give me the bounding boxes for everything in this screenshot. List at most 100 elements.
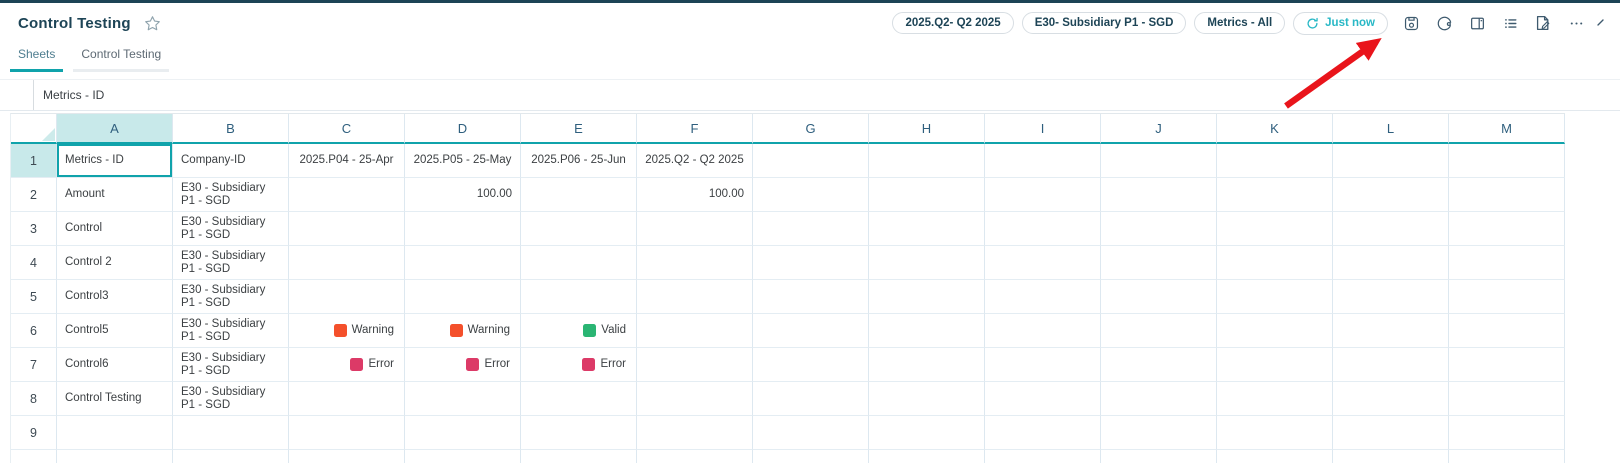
metrics-filter-chip[interactable]: Metrics - All	[1194, 12, 1285, 34]
cell-C9[interactable]	[289, 416, 405, 450]
cell-I3[interactable]	[985, 212, 1101, 246]
cell-A4[interactable]: Control 2	[57, 246, 173, 280]
name-box[interactable]	[0, 80, 34, 110]
cell-G8[interactable]	[753, 382, 869, 416]
cell-F4[interactable]	[637, 246, 753, 280]
cell-L3[interactable]	[1333, 212, 1449, 246]
cell-D10[interactable]	[405, 450, 521, 463]
cell-F8[interactable]	[637, 382, 753, 416]
row-header-7[interactable]: 7	[11, 348, 57, 382]
formula-bar[interactable]: Metrics - ID	[0, 79, 1620, 111]
cell-B7[interactable]: E30 - Subsidiary P1 - SGD	[173, 348, 289, 382]
cell-D3[interactable]	[405, 212, 521, 246]
cell-A9[interactable]	[57, 416, 173, 450]
cell-L2[interactable]	[1333, 178, 1449, 212]
cell-E5[interactable]	[521, 280, 637, 314]
row-header-9[interactable]: 9	[11, 416, 57, 450]
cell-C7[interactable]: Error	[289, 348, 405, 382]
row-header-4[interactable]: 4	[11, 246, 57, 280]
column-header-H[interactable]: H	[869, 114, 985, 144]
cell-F2[interactable]: 100.00	[637, 178, 753, 212]
cell-E7[interactable]: Error	[521, 348, 637, 382]
cell-K10[interactable]	[1217, 450, 1333, 463]
cell-H2[interactable]	[869, 178, 985, 212]
column-header-A[interactable]: A	[57, 114, 173, 144]
cell-E10[interactable]	[521, 450, 637, 463]
cell-H9[interactable]	[869, 416, 985, 450]
tab-sheets[interactable]: Sheets	[10, 47, 63, 72]
cell-A2[interactable]: Amount	[57, 178, 173, 212]
collapse-icon[interactable]	[1596, 13, 1608, 33]
time-filter-chip[interactable]: 2025.Q2- Q2 2025	[892, 12, 1013, 34]
cell-J8[interactable]	[1101, 382, 1217, 416]
palette-icon[interactable]	[1434, 13, 1454, 33]
cell-C10[interactable]	[289, 450, 405, 463]
column-header-D[interactable]: D	[405, 114, 521, 144]
row-header-8[interactable]: 8	[11, 382, 57, 416]
cell-L1[interactable]	[1333, 144, 1449, 178]
cell-J6[interactable]	[1101, 314, 1217, 348]
cell-M3[interactable]	[1449, 212, 1565, 246]
cell-I8[interactable]	[985, 382, 1101, 416]
cell-K1[interactable]	[1217, 144, 1333, 178]
cell-L6[interactable]	[1333, 314, 1449, 348]
cell-L7[interactable]	[1333, 348, 1449, 382]
cell-H1[interactable]	[869, 144, 985, 178]
cell-H10[interactable]	[869, 450, 985, 463]
cell-H7[interactable]	[869, 348, 985, 382]
cell-C6[interactable]: Warning	[289, 314, 405, 348]
column-header-B[interactable]: B	[173, 114, 289, 144]
cell-B2[interactable]: E30 - Subsidiary P1 - SGD	[173, 178, 289, 212]
document-edit-icon[interactable]	[1533, 13, 1553, 33]
cell-E2[interactable]	[521, 178, 637, 212]
cell-G7[interactable]	[753, 348, 869, 382]
cell-J9[interactable]	[1101, 416, 1217, 450]
cell-I10[interactable]	[985, 450, 1101, 463]
cell-M9[interactable]	[1449, 416, 1565, 450]
row-header-6[interactable]: 6	[11, 314, 57, 348]
cell-D1[interactable]: 2025.P05 - 25-May	[405, 144, 521, 178]
cell-L4[interactable]	[1333, 246, 1449, 280]
cell-G2[interactable]	[753, 178, 869, 212]
cell-H8[interactable]	[869, 382, 985, 416]
cell-M10[interactable]	[1449, 450, 1565, 463]
cell-D5[interactable]	[405, 280, 521, 314]
cell-I1[interactable]	[985, 144, 1101, 178]
cell-K9[interactable]	[1217, 416, 1333, 450]
column-header-I[interactable]: I	[985, 114, 1101, 144]
cell-K4[interactable]	[1217, 246, 1333, 280]
cell-F7[interactable]	[637, 348, 753, 382]
cell-B8[interactable]: E30 - Subsidiary P1 - SGD	[173, 382, 289, 416]
cell-E9[interactable]	[521, 416, 637, 450]
cell-A10[interactable]	[57, 450, 173, 463]
cell-M8[interactable]	[1449, 382, 1565, 416]
cell-L9[interactable]	[1333, 416, 1449, 450]
cell-B6[interactable]: E30 - Subsidiary P1 - SGD	[173, 314, 289, 348]
cell-J10[interactable]	[1101, 450, 1217, 463]
cell-K3[interactable]	[1217, 212, 1333, 246]
column-header-K[interactable]: K	[1217, 114, 1333, 144]
cell-K7[interactable]	[1217, 348, 1333, 382]
column-header-L[interactable]: L	[1333, 114, 1449, 144]
cell-B1[interactable]: Company-ID	[173, 144, 289, 178]
cell-M5[interactable]	[1449, 280, 1565, 314]
cell-L5[interactable]	[1333, 280, 1449, 314]
column-header-F[interactable]: F	[637, 114, 753, 144]
cell-G5[interactable]	[753, 280, 869, 314]
cell-B5[interactable]: E30 - Subsidiary P1 - SGD	[173, 280, 289, 314]
cell-M1[interactable]	[1449, 144, 1565, 178]
list-icon[interactable]	[1500, 13, 1520, 33]
cell-J5[interactable]	[1101, 280, 1217, 314]
cell-C4[interactable]	[289, 246, 405, 280]
row-header-5[interactable]: 5	[11, 280, 57, 314]
cell-K5[interactable]	[1217, 280, 1333, 314]
cell-C1[interactable]: 2025.P04 - 25-Apr	[289, 144, 405, 178]
row-header-1[interactable]: 1	[11, 144, 57, 178]
cell-D2[interactable]: 100.00	[405, 178, 521, 212]
cell-J3[interactable]	[1101, 212, 1217, 246]
select-all-corner[interactable]	[11, 114, 57, 144]
cell-A3[interactable]: Control	[57, 212, 173, 246]
level-filter-chip[interactable]: E30- Subsidiary P1 - SGD	[1022, 12, 1187, 34]
cell-E8[interactable]	[521, 382, 637, 416]
favorite-star-icon[interactable]	[144, 15, 161, 32]
